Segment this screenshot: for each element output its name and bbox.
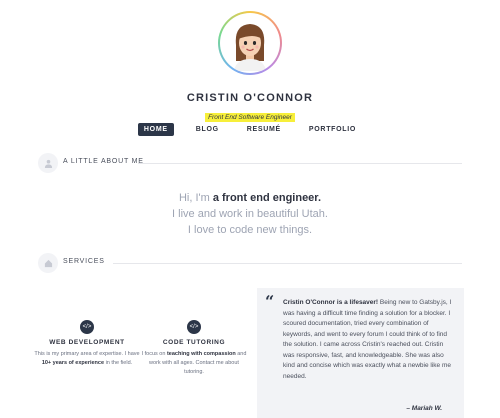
services-section-header: SERVICES <box>38 253 462 273</box>
service-code-tutoring: </> CODE TUTORING I focus on teaching wi… <box>139 320 249 377</box>
tagline: Front End Software Engineer <box>205 113 295 122</box>
nav-home[interactable]: HOME <box>137 123 174 136</box>
testimonial-text: Cristin O'Connor is a lifesaver! Being n… <box>283 299 452 380</box>
home-icon <box>38 253 58 273</box>
about-section-title: A LITTLE ABOUT ME <box>63 158 144 165</box>
avatar <box>218 11 282 75</box>
site-owner-name: CRISTIN O'CONNOR <box>186 92 314 104</box>
testimonial-card: “ Cristin O'Connor is a lifesaver! Being… <box>257 288 464 418</box>
about-section-header: A LITTLE ABOUT ME <box>38 153 462 173</box>
service-description: This is my primary area of expertise. I … <box>34 351 140 366</box>
about-line-1: Hi, I'm a front end engineer. <box>178 192 322 204</box>
service-title: CODE TUTORING <box>162 339 226 346</box>
nav-portfolio[interactable]: PORTFOLIO <box>303 123 362 136</box>
section-divider <box>138 163 462 164</box>
main-nav: HOME BLOG RESUMÉ PORTFOLIO <box>0 123 500 136</box>
about-line-2: I live and work in beautiful Utah. <box>172 208 328 220</box>
about-line-3: I love to code new things. <box>187 224 313 236</box>
code-icon: </> <box>80 320 94 334</box>
service-web-development: </> WEB DEVELOPMENT This is my primary a… <box>32 320 142 368</box>
testimonial-author: – Mariah W. <box>406 405 442 412</box>
person-icon <box>38 153 58 173</box>
nav-blog[interactable]: BLOG <box>190 123 225 136</box>
code-icon: </> <box>187 320 201 334</box>
quote-icon: “ <box>265 292 275 311</box>
nav-resume[interactable]: RESUMÉ <box>241 123 287 136</box>
service-description: I focus on teaching with compassion and … <box>141 351 247 375</box>
section-divider <box>113 263 462 264</box>
avatar-illustration <box>220 13 280 73</box>
service-title: WEB DEVELOPMENT <box>49 339 125 346</box>
about-text: Hi, I'm a front end engineer. I live and… <box>0 190 500 238</box>
services-section-title: SERVICES <box>63 258 105 265</box>
